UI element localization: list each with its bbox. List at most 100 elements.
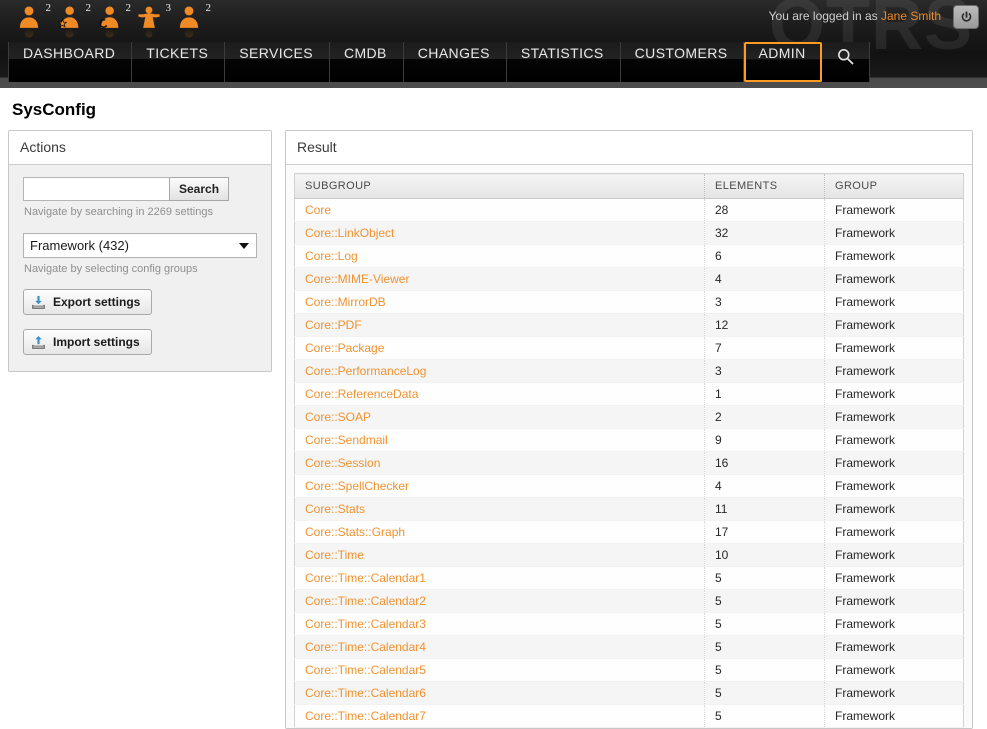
table-row[interactable]: Core::Time::Calendar75Framework — [295, 705, 964, 728]
subgroup-link[interactable]: Core::Time — [305, 548, 364, 562]
nav-item-admin[interactable]: ADMIN — [744, 42, 821, 82]
cell-elements: 5 — [705, 659, 825, 682]
table-row[interactable]: Core::Sendmail9Framework — [295, 429, 964, 452]
avatar-reflection — [56, 28, 82, 40]
table-row[interactable]: Core::MirrorDB3Framework — [295, 291, 964, 314]
cell-group: Framework — [825, 636, 964, 659]
table-row[interactable]: Core::Package7Framework — [295, 337, 964, 360]
column-header-subgroup[interactable]: SUBGROUP — [295, 174, 705, 199]
avatar-badge-count: 2 — [126, 2, 132, 14]
table-row[interactable]: Core::ReferenceData1Framework — [295, 383, 964, 406]
subgroup-link[interactable]: Core::Package — [305, 341, 384, 355]
config-group-hint: Navigate by selecting config groups — [23, 258, 257, 275]
nav-item-search[interactable] — [822, 42, 870, 82]
subgroup-link[interactable]: Core::Time::Calendar1 — [305, 571, 426, 585]
avatar-toolbar: 22232 — [16, 4, 202, 38]
subgroup-link[interactable]: Core::Stats — [305, 502, 365, 516]
table-row[interactable]: Core::Stats::Graph17Framework — [295, 521, 964, 544]
table-row[interactable]: Core::Session16Framework — [295, 452, 964, 475]
nav-item-dashboard[interactable]: DASHBOARD — [8, 42, 132, 82]
subgroup-link[interactable]: Core::Log — [305, 249, 358, 263]
cell-subgroup: Core::Log — [295, 245, 705, 268]
table-row[interactable]: Core::Time10Framework — [295, 544, 964, 567]
cell-group: Framework — [825, 590, 964, 613]
result-table-body: Core28FrameworkCore::LinkObject 32Framewo… — [295, 199, 964, 728]
subgroup-link[interactable]: Core::Sendmail — [305, 433, 388, 447]
subgroup-link[interactable]: Core::Time::Calendar6 — [305, 686, 426, 700]
subgroup-link[interactable]: Core::Time::Calendar4 — [305, 640, 426, 654]
table-row[interactable]: Core::LinkObject32Framework — [295, 222, 964, 245]
avatar-item-3[interactable]: 3 — [136, 4, 162, 38]
table-row[interactable]: Core::Time::Calendar55Framework — [295, 659, 964, 682]
subgroup-link[interactable]: Core::PDF — [305, 318, 362, 332]
nav-item-changes[interactable]: CHANGES — [404, 42, 507, 82]
table-row[interactable]: Core::PerformanceLog3Framework — [295, 360, 964, 383]
export-settings-button[interactable]: Export settings — [23, 289, 152, 315]
nav-item-tickets[interactable]: TICKETS — [132, 42, 225, 82]
upload-tray-icon — [31, 335, 46, 350]
logged-in-user-link[interactable]: Jane Smith — [881, 9, 941, 23]
config-group-select[interactable]: Framework (432) — [23, 233, 257, 258]
person-refresh-icon — [96, 4, 122, 30]
subgroup-link[interactable]: Core::Time::Calendar3 — [305, 617, 426, 631]
subgroup-link[interactable]: Core::SOAP — [305, 410, 371, 424]
table-row[interactable]: Core::MIME-Viewer4Framework — [295, 268, 964, 291]
nav-item-cmdb[interactable]: CMDB — [330, 42, 404, 82]
cell-group: Framework — [825, 337, 964, 360]
column-header-elements[interactable]: ELEMENTS — [705, 174, 825, 199]
subgroup-link[interactable]: Core::PerformanceLog — [305, 364, 426, 378]
avatar-item-0[interactable]: 2 — [16, 4, 42, 38]
cell-subgroup: Core::ReferenceData — [295, 383, 705, 406]
avatar-reflection — [16, 28, 42, 40]
subgroup-link[interactable]: Core::SpellChecker — [305, 479, 409, 493]
cell-group: Framework — [825, 521, 964, 544]
cell-group: Framework — [825, 406, 964, 429]
table-row[interactable]: Core28Framework — [295, 199, 964, 222]
table-row[interactable]: Core::Time::Calendar65Framework — [295, 682, 964, 705]
cell-group: Framework — [825, 498, 964, 521]
subgroup-link[interactable]: Core::Time::Calendar2 — [305, 594, 426, 608]
subgroup-link[interactable]: Core — [305, 203, 331, 217]
table-row[interactable]: Core::Time::Calendar25Framework — [295, 590, 964, 613]
actions-panel-body: Search Navigate by searching in 2269 set… — [9, 165, 271, 371]
cell-group: Framework — [825, 475, 964, 498]
table-row[interactable]: Core::Log6Framework — [295, 245, 964, 268]
avatar-item-1[interactable]: 2 — [56, 4, 82, 38]
search-button[interactable]: Search — [169, 177, 229, 201]
cell-elements: 12 — [705, 314, 825, 337]
nav-item-customers[interactable]: CUSTOMERS — [621, 42, 745, 82]
cell-elements: 32 — [705, 222, 825, 245]
import-settings-button[interactable]: Import settings — [23, 329, 152, 355]
table-row[interactable]: Core::Stats11Framework — [295, 498, 964, 521]
main-navigation[interactable]: DASHBOARDTICKETSSERVICESCMDBCHANGESSTATI… — [8, 42, 870, 82]
logout-button[interactable] — [953, 5, 979, 29]
table-row[interactable]: Core::Time::Calendar15Framework — [295, 567, 964, 590]
table-row[interactable]: Core::PDF12Framework — [295, 314, 964, 337]
avatar-item-4[interactable]: 2 — [176, 4, 202, 38]
avatar-reflection — [136, 28, 162, 40]
avatar-item-2[interactable]: 2 — [96, 4, 122, 38]
subgroup-link[interactable]: Core::ReferenceData — [305, 387, 418, 401]
table-row[interactable]: Core::SpellChecker4Framework — [295, 475, 964, 498]
subgroup-link[interactable]: Core::Session — [305, 456, 380, 470]
column-header-group[interactable]: GROUP — [825, 174, 964, 199]
power-icon — [960, 11, 973, 24]
cell-group: Framework — [825, 383, 964, 406]
nav-item-services[interactable]: SERVICES — [225, 42, 330, 82]
table-row[interactable]: Core::Time::Calendar45Framework — [295, 636, 964, 659]
table-row[interactable]: Core::Time::Calendar35Framework — [295, 613, 964, 636]
table-row[interactable]: Core::SOAP2Framework — [295, 406, 964, 429]
cell-subgroup: Core::Package — [295, 337, 705, 360]
nav-item-statistics[interactable]: STATISTICS — [507, 42, 621, 82]
subgroup-link[interactable]: Core::LinkObject — [305, 226, 394, 240]
subgroup-link[interactable]: Core::Time::Calendar7 — [305, 709, 426, 723]
subgroup-link[interactable]: Core::MirrorDB — [305, 295, 386, 309]
avatar-badge-count: 3 — [166, 2, 172, 14]
cell-elements: 5 — [705, 682, 825, 705]
search-icon — [836, 47, 855, 66]
cell-subgroup: Core::Time — [295, 544, 705, 567]
subgroup-link[interactable]: Core::MIME-Viewer — [305, 272, 409, 286]
subgroup-link[interactable]: Core::Time::Calendar5 — [305, 663, 426, 677]
subgroup-link[interactable]: Core::Stats::Graph — [305, 525, 405, 539]
search-input[interactable] — [23, 177, 169, 201]
